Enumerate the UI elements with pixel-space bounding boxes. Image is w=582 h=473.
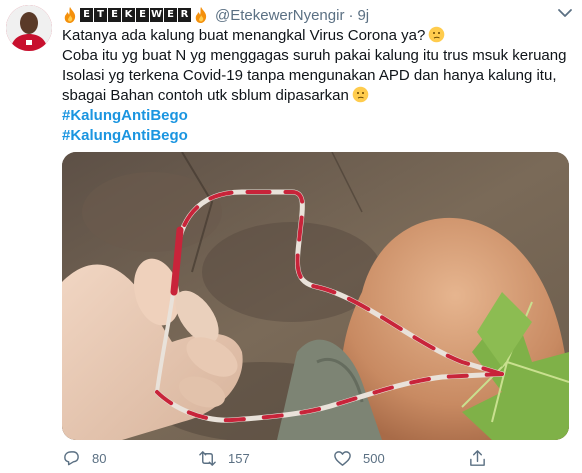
- fire-icon: [62, 6, 78, 24]
- tweet-text: Katanya ada kalung buat menangkal Virus …: [62, 26, 577, 146]
- chevron-down-icon[interactable]: [556, 6, 574, 20]
- display-name-letter: T: [94, 8, 107, 22]
- heart-icon: [333, 449, 352, 468]
- separator-dot: ·: [348, 6, 354, 24]
- fire-icon: [193, 6, 209, 24]
- retweet-count: 157: [228, 451, 250, 466]
- hashtag-link[interactable]: #KalungAntiBego: [62, 126, 577, 146]
- share-icon: [468, 449, 487, 468]
- tweet-line: Katanya ada kalung buat menangkal Virus …: [62, 26, 577, 46]
- display-name-letter: E: [164, 8, 177, 22]
- avatar[interactable]: [6, 5, 52, 51]
- share-button[interactable]: [468, 449, 487, 468]
- display-name[interactable]: ETEKEWER: [80, 8, 191, 22]
- tweet-line-text: Katanya ada kalung buat menangkal Virus …: [62, 27, 426, 44]
- display-name-letter: K: [122, 8, 135, 22]
- tweet[interactable]: ETEKEWER @EtekewerNyengir · 9j Katanya a…: [0, 0, 582, 473]
- reply-button[interactable]: 80: [62, 449, 106, 468]
- hashtag-link[interactable]: #KalungAntiBego: [62, 106, 577, 126]
- display-name-letter: E: [108, 8, 121, 22]
- tweet-photo[interactable]: [62, 152, 569, 440]
- thinking-face-icon: [352, 86, 369, 103]
- display-name-letter: E: [80, 8, 93, 22]
- reply-icon: [62, 449, 81, 468]
- tweet-actions: 80 157 500: [62, 449, 572, 471]
- retweet-icon: [198, 449, 217, 468]
- tweet-line-text: sbagai Bahan contoh utk sblum dipasarkan: [62, 87, 349, 104]
- like-button[interactable]: 500: [333, 449, 385, 468]
- user-handle[interactable]: @EtekewerNyengir: [215, 7, 344, 24]
- tweet-line: sbagai Bahan contoh utk sblum dipasarkan: [62, 86, 577, 106]
- like-count: 500: [363, 451, 385, 466]
- display-name-letter: E: [136, 8, 149, 22]
- thinking-face-icon: [428, 26, 445, 43]
- display-name-letter: W: [150, 8, 163, 22]
- retweet-button[interactable]: 157: [198, 449, 250, 468]
- tweet-line: Isolasi yg terkena Covid-19 tanpa mengun…: [62, 67, 557, 84]
- tweet-line: Coba itu yg buat N yg menggagas suruh pa…: [62, 47, 567, 64]
- reply-count: 80: [92, 451, 107, 466]
- display-name-letter: R: [178, 8, 191, 22]
- timestamp[interactable]: 9j: [357, 7, 369, 24]
- tweet-header: ETEKEWER @EtekewerNyengir · 9j: [62, 4, 369, 26]
